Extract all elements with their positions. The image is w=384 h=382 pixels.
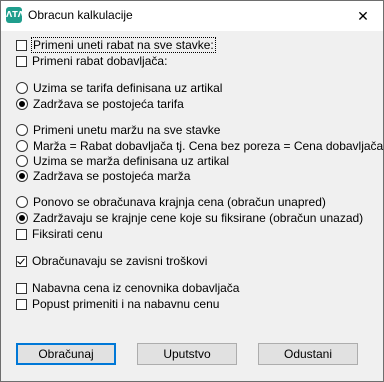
apply-discount-all-checkbox[interactable]: Primeni uneti rabat na sve stavke: [16,37,216,53]
fix-price-checkbox[interactable]: Fiksirati cenu [16,227,103,241]
close-button[interactable]: ✕ [343,1,383,31]
discount-on-purchase-label: Popust primeniti i na nabavnu cenu [32,297,220,311]
calculate-button[interactable]: Obračunaj [16,343,116,365]
apply-discount-all-label: Primeni uneti rabat na sve stavke: [31,37,216,53]
app-logo-icon: ΛΤΛ [6,7,24,23]
title-bar: ΛΤΛ Obracun kalkulacije ✕ [1,1,383,31]
discount-on-purchase-checkbox[interactable]: Popust primeniti i na nabavnu cenu [16,297,219,311]
dialog-window: ΛΤΛ Obracun kalkulacije ✕ Primeni uneti … [0,0,384,382]
margin-from-article-label: Uzima se marža definisana uz artikal [33,154,230,168]
margin-equals-discount-label: Marža = Rabat dobavljača tj. Cena bez po… [33,139,384,153]
tariff-from-article-radio[interactable]: Uzima se tarifa definisana uz artikal [16,81,222,95]
apply-supplier-discount-label: Primeni rabat dobavljača: [32,54,168,68]
purchase-price-from-pricelist-checkbox[interactable]: Nabavna cena iz cenovnika dobavljača [16,281,239,295]
keep-margin-radio[interactable]: Zadržava se postojeća marža [16,169,190,183]
fix-price-box[interactable] [16,228,27,240]
recalculate-price-radio[interactable]: Ponovo se obračunava krajnja cena (obrač… [16,195,326,209]
margin-equals-discount-dot[interactable] [16,140,28,152]
recalculate-price-dot[interactable] [16,196,28,208]
keep-margin-label: Zadržava se postojeća marža [33,169,191,183]
close-icon: ✕ [357,8,369,24]
margin-equals-discount-radio[interactable]: Marža = Rabat dobavljača tj. Cena bez po… [16,139,383,153]
margin-from-article-radio[interactable]: Uzima se marža definisana uz artikal [16,154,229,168]
purchase-price-from-pricelist-box[interactable] [16,282,27,294]
keep-tariff-radio[interactable]: Zadržava se postojeća tarifa [16,97,184,111]
apply-margin-all-radio[interactable]: Primeni unetu maržu na sve stavke [16,123,220,137]
apply-margin-all-label: Primeni unetu maržu na sve stavke [33,123,221,137]
keep-margin-dot[interactable] [16,170,28,182]
keep-fixed-prices-radio[interactable]: Zadržavaju se krajnje cene koje su fiksi… [16,211,363,225]
keep-tariff-label: Zadržava se postojeća tarifa [33,97,184,111]
fix-price-label: Fiksirati cenu [32,227,103,241]
margin-from-article-dot[interactable] [16,155,28,167]
dependent-costs-box[interactable] [16,255,27,267]
dependent-costs-label: Obračunavaju se zavisni troškovi [32,254,208,268]
recalculate-price-label: Ponovo se obračunava krajnja cena (obrač… [33,195,326,209]
instructions-button[interactable]: Uputstvo [137,343,237,365]
apply-margin-all-dot[interactable] [16,124,28,136]
apply-supplier-discount-box[interactable] [16,55,27,67]
apply-discount-all-box[interactable] [16,39,27,51]
keep-tariff-dot[interactable] [16,98,28,110]
keep-fixed-prices-dot[interactable] [16,212,28,224]
window-title: Obracun kalkulacije [28,8,133,22]
dependent-costs-checkbox[interactable]: Obračunavaju se zavisni troškovi [16,254,207,268]
tariff-from-article-dot[interactable] [16,82,28,94]
cancel-button[interactable]: Odustani [258,343,358,365]
purchase-price-from-pricelist-label: Nabavna cena iz cenovnika dobavljača [32,281,240,295]
tariff-from-article-label: Uzima se tarifa definisana uz artikal [33,81,223,95]
discount-on-purchase-box[interactable] [16,298,27,310]
keep-fixed-prices-label: Zadržavaju se krajnje cene koje su fiksi… [33,211,364,225]
apply-supplier-discount-checkbox[interactable]: Primeni rabat dobavljača: [16,54,167,68]
